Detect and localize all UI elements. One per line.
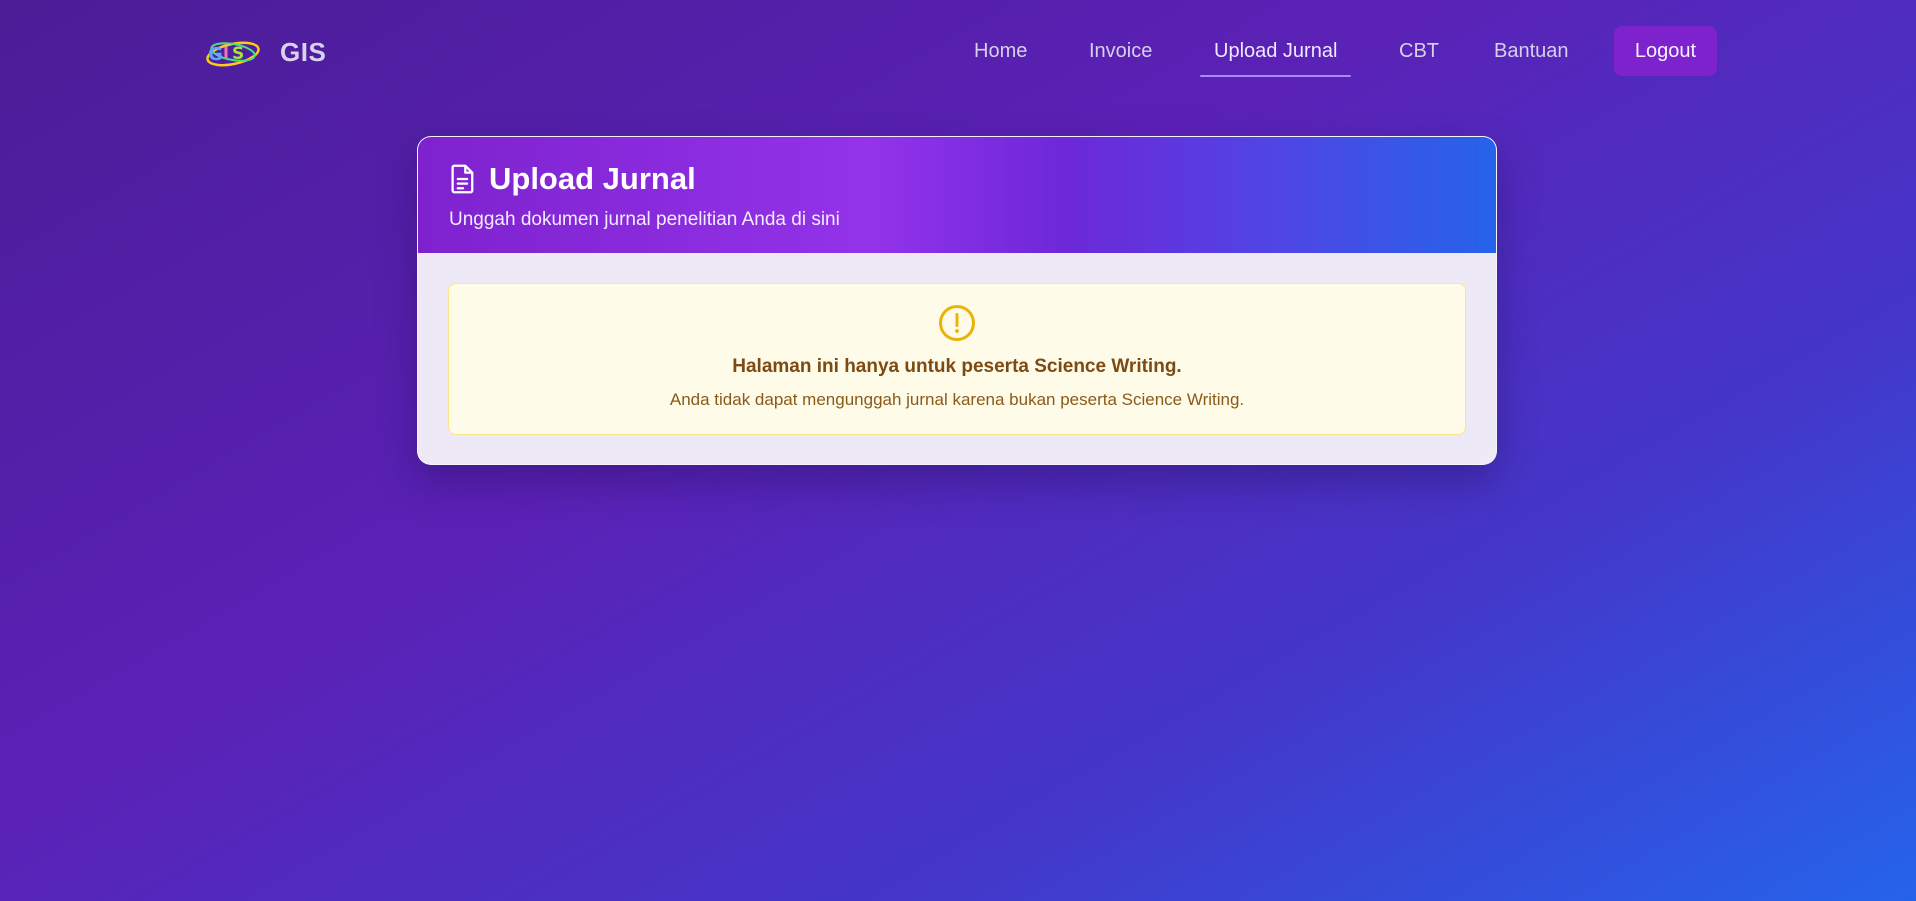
card-header: Upload Jurnal Unggah dokumen jurnal pene… — [418, 137, 1496, 253]
nav-upload-jurnal[interactable]: Upload Jurnal — [1199, 26, 1352, 77]
page-title: Upload Jurnal — [489, 161, 696, 196]
nav-home[interactable]: Home — [974, 26, 1027, 76]
document-icon — [451, 164, 474, 194]
card-body: Halaman ini hanya untuk peserta Science … — [418, 253, 1496, 435]
nav-invoice[interactable]: Invoice — [1089, 26, 1152, 76]
logout-button[interactable]: Logout — [1614, 26, 1717, 76]
upload-jurnal-card: Upload Jurnal Unggah dokumen jurnal pene… — [417, 136, 1497, 465]
top-navbar: G I S GIS Home Invoice Upload Jurnal CBT… — [0, 0, 1916, 104]
alert-message: Anda tidak dapat mengunggah jurnal karen… — [669, 390, 1245, 409]
nav-cbt[interactable]: CBT — [1399, 26, 1439, 76]
exclamation-circle-icon — [939, 305, 975, 341]
warning-alert: Halaman ini hanya untuk peserta Science … — [448, 283, 1466, 435]
page-subtitle: Unggah dokumen jurnal penelitian Anda di… — [449, 209, 840, 230]
card-title-row: Upload Jurnal — [449, 161, 1466, 197]
alert-title: Halaman ini hanya untuk peserta Science … — [732, 356, 1182, 377]
nav-bantuan[interactable]: Bantuan — [1494, 26, 1569, 76]
